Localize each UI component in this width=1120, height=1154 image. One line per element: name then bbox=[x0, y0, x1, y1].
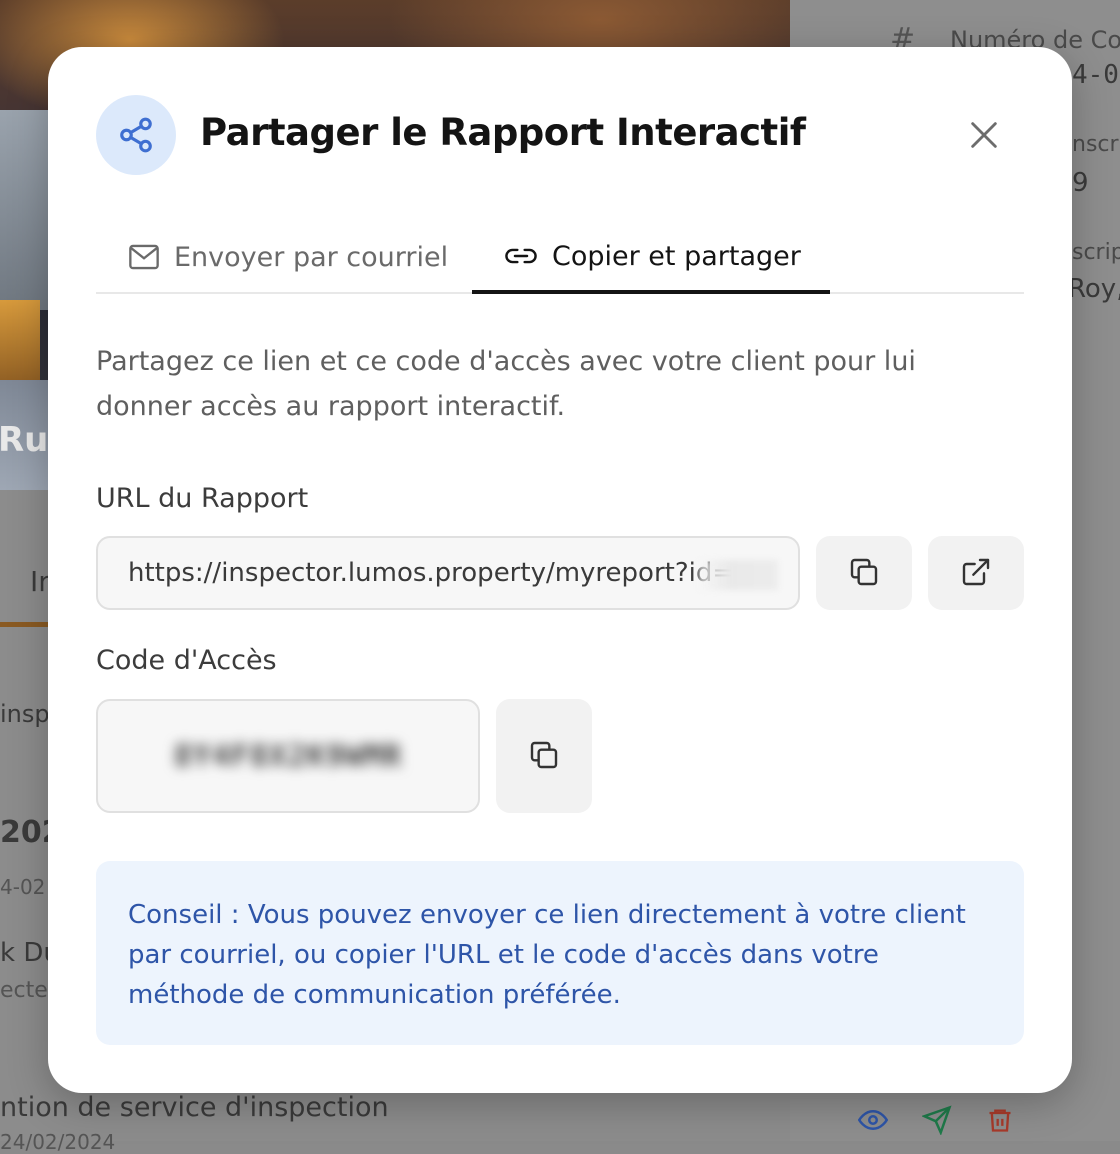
share-icon bbox=[96, 95, 176, 175]
tab-copy-label: Copier et partager bbox=[552, 240, 801, 272]
access-code-field[interactable]: 8Y4F8X2K9WMR bbox=[96, 699, 480, 813]
open-url-button[interactable] bbox=[928, 536, 1024, 610]
dialog-title: Partager le Rapport Interactif bbox=[200, 111, 806, 154]
copy-icon bbox=[528, 739, 560, 774]
dialog-header: Partager le Rapport Interactif bbox=[96, 95, 1024, 175]
tip-callout: Conseil : Vous pouvez envoyer ce lien di… bbox=[96, 861, 1024, 1045]
tab-email-label: Envoyer par courriel bbox=[174, 241, 449, 273]
report-url-field[interactable] bbox=[96, 536, 800, 610]
close-icon[interactable] bbox=[964, 115, 1004, 155]
copy-icon bbox=[848, 556, 880, 591]
access-code-value: 8Y4F8X2K9WMR bbox=[173, 738, 403, 774]
copy-code-button[interactable] bbox=[496, 699, 592, 813]
tab-copy-share[interactable]: Copier et partager bbox=[472, 222, 830, 294]
share-instructions: Partagez ce lien et ce code d'accès avec… bbox=[96, 346, 916, 422]
share-method-tabs: Envoyer par courriel Copier et partager bbox=[96, 222, 1024, 294]
url-redaction bbox=[698, 560, 778, 590]
access-code-label: Code d'Accès bbox=[96, 645, 277, 676]
external-link-icon bbox=[960, 556, 992, 591]
url-label: URL du Rapport bbox=[96, 483, 309, 514]
report-url-input[interactable] bbox=[128, 558, 768, 588]
tip-text: Conseil : Vous pouvez envoyer ce lien di… bbox=[128, 900, 966, 1010]
mail-icon bbox=[128, 244, 160, 270]
tab-email[interactable]: Envoyer par courriel bbox=[128, 222, 448, 292]
share-report-dialog: Partager le Rapport Interactif Envoyer p… bbox=[48, 47, 1072, 1093]
link-icon bbox=[504, 245, 538, 267]
copy-url-button[interactable] bbox=[816, 536, 912, 610]
